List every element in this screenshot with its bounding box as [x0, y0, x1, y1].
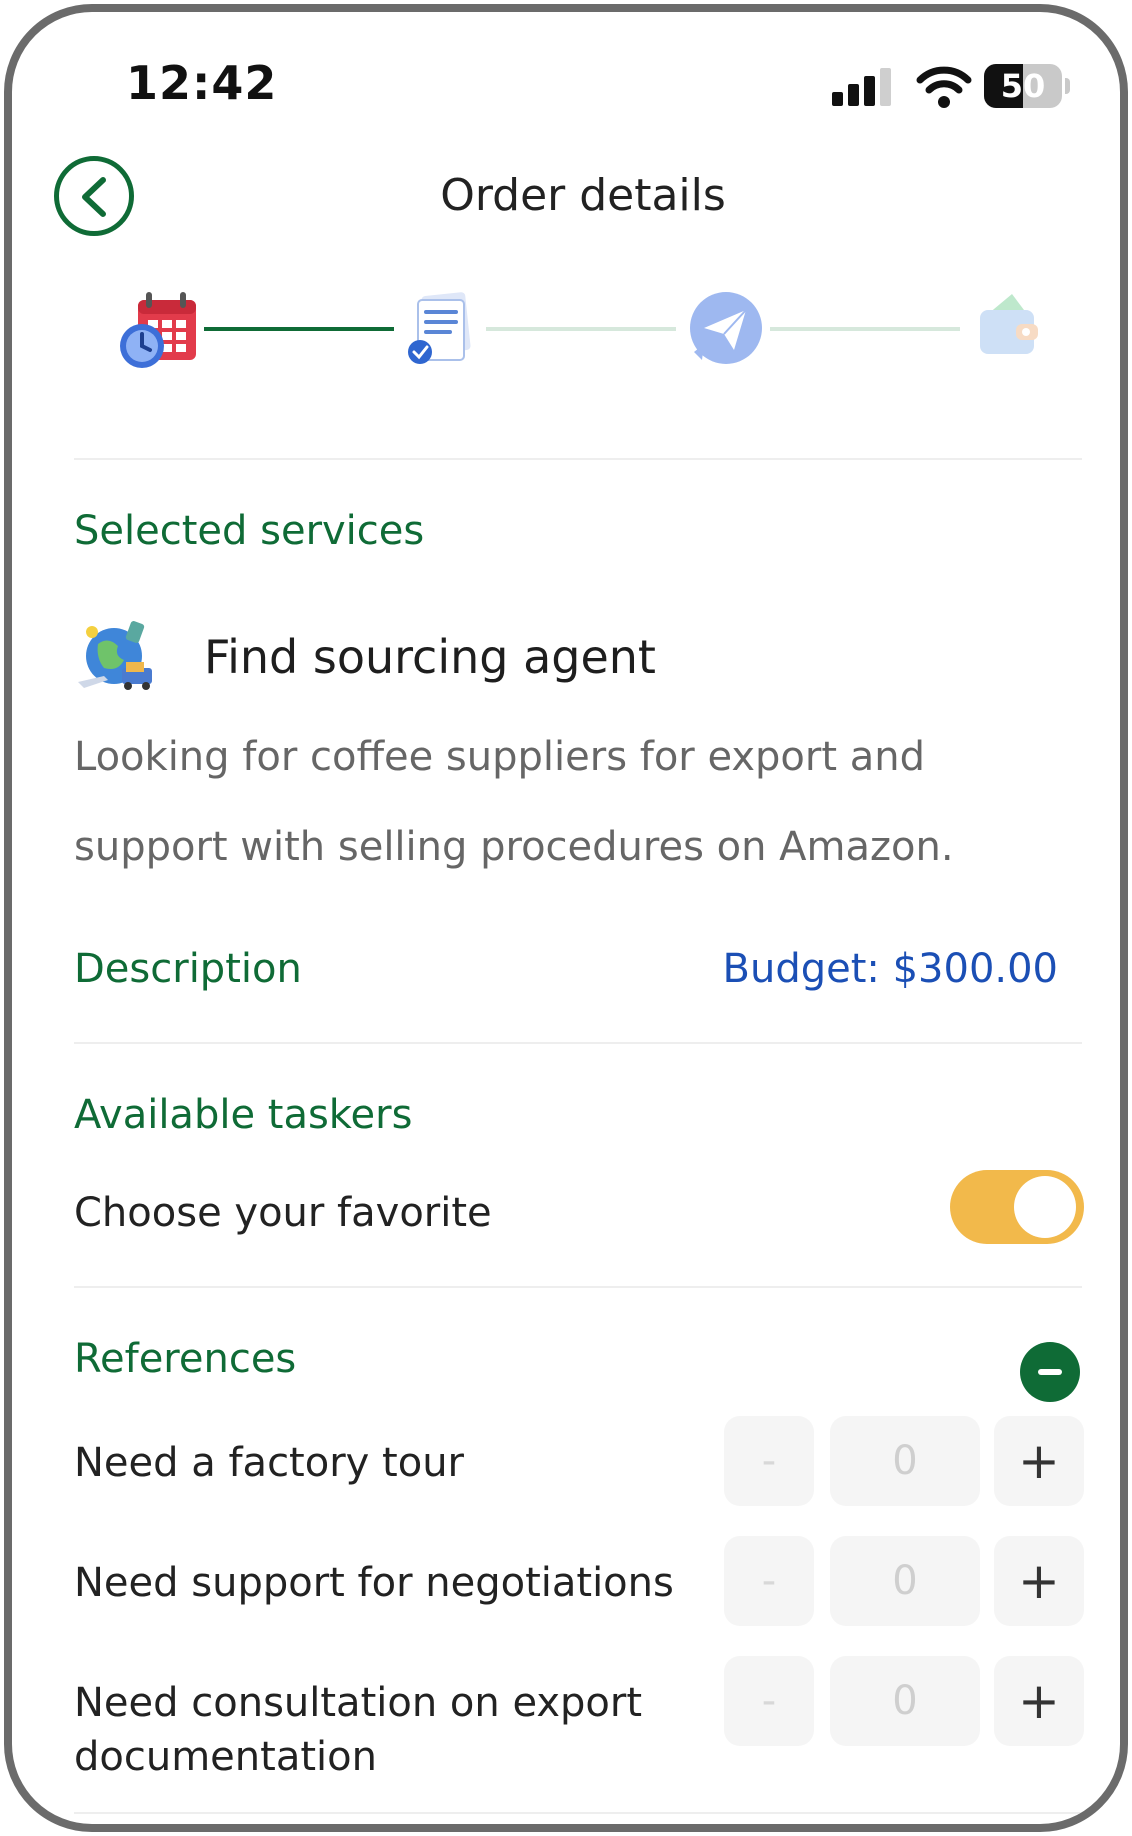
decrement-button[interactable]: - — [724, 1416, 814, 1506]
battery-level: 50 — [1000, 67, 1046, 105]
calendar-clock-icon — [116, 288, 200, 372]
available-taskers-title: Available taskers — [74, 1092, 413, 1138]
increment-button[interactable]: + — [994, 1536, 1084, 1626]
favorite-toggle[interactable] — [950, 1170, 1084, 1244]
description-link[interactable]: Description — [74, 946, 302, 992]
divider — [74, 1812, 1082, 1814]
minus-icon — [1038, 1369, 1062, 1375]
reference-label: Need consultation on export documentatio… — [74, 1680, 643, 1780]
step-connector-1 — [204, 327, 394, 331]
page-title: Order details — [440, 170, 726, 221]
budget-value: Budget: $300.00 — [722, 946, 1058, 992]
toggle-knob — [1014, 1176, 1076, 1238]
service-name: Find sourcing agent — [204, 630, 656, 684]
service-item: Find sourcing agent — [74, 610, 974, 706]
quantity-value: 0 — [830, 1536, 980, 1626]
divider — [74, 458, 1082, 460]
selected-services-title: Selected services — [74, 508, 425, 554]
step-connector-3 — [770, 327, 960, 331]
choose-favorite-label: Choose your favorite — [74, 1190, 492, 1236]
reference-label: Need support for negotiations — [74, 1560, 674, 1606]
decrement-button[interactable]: - — [724, 1656, 814, 1746]
references-title: References — [74, 1336, 297, 1382]
divider — [74, 1286, 1082, 1288]
quantity-value: 0 — [830, 1416, 980, 1506]
divider — [74, 1042, 1082, 1044]
increment-button[interactable]: + — [994, 1656, 1084, 1746]
reference-label: Need a factory tour — [74, 1440, 464, 1486]
phone-frame: 12:42 50 Order details Selected services… — [4, 4, 1128, 1832]
quantity-value: 0 — [830, 1656, 980, 1746]
step-connector-2 — [486, 327, 676, 331]
wallet-icon — [966, 288, 1050, 372]
paper-plane-icon — [684, 288, 768, 372]
increment-button[interactable]: + — [994, 1416, 1084, 1506]
decrement-button[interactable]: - — [724, 1536, 814, 1626]
battery-icon: 50 — [984, 64, 1072, 108]
collapse-references-button[interactable] — [1020, 1342, 1080, 1402]
signal-icon — [832, 68, 900, 106]
wifi-icon — [916, 64, 972, 108]
document-check-icon — [400, 288, 484, 372]
globe-shipping-icon — [74, 616, 158, 700]
service-note-line-2: support with selling procedures on Amazo… — [74, 824, 954, 870]
status-time: 12:42 — [126, 56, 278, 110]
service-note-line-1: Looking for coffee suppliers for export … — [74, 734, 925, 780]
